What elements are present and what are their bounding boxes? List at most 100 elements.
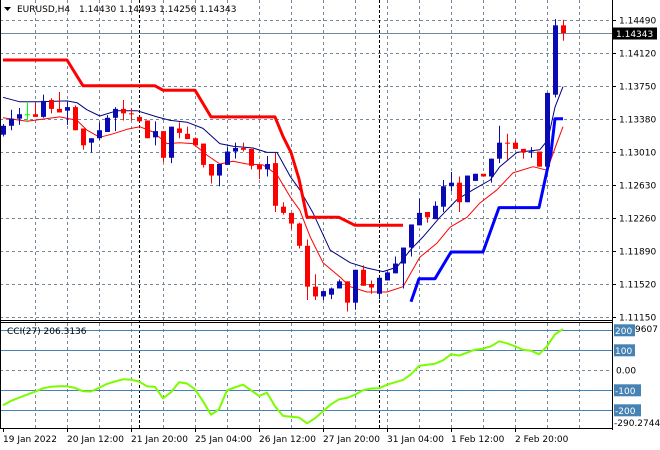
cci-min-label: -290.2744 bbox=[614, 419, 660, 429]
candle-body bbox=[209, 164, 214, 176]
bear-candle[interactable] bbox=[145, 120, 150, 139]
cci-zero-label: 0.00 bbox=[616, 366, 636, 376]
candle-body bbox=[313, 286, 318, 297]
bear-candle[interactable] bbox=[137, 116, 142, 122]
candle-body bbox=[241, 148, 246, 150]
candle-body bbox=[97, 130, 102, 139]
candle-body bbox=[249, 148, 254, 166]
candle-body bbox=[457, 182, 462, 203]
candle-body bbox=[33, 114, 38, 117]
time-tick-label: 2 Feb 20:00 bbox=[515, 435, 569, 445]
candle-body bbox=[417, 212, 422, 226]
bull-candle[interactable] bbox=[385, 271, 390, 281]
candle-body bbox=[257, 164, 262, 170]
bear-candle[interactable] bbox=[297, 222, 302, 249]
price-tick-label: 1.12630 bbox=[619, 182, 656, 192]
bear-candle[interactable] bbox=[481, 173, 486, 177]
candle-body bbox=[129, 113, 134, 115]
time-tick-label: 21 Jan 20:00 bbox=[131, 435, 188, 445]
candle-body bbox=[185, 133, 190, 140]
candle-body bbox=[41, 100, 46, 117]
candle-body bbox=[425, 212, 430, 218]
candle-body bbox=[49, 100, 54, 109]
candle-body bbox=[81, 128, 86, 146]
cci-level-label: -100 bbox=[615, 387, 636, 397]
candle-body bbox=[265, 164, 270, 170]
candle-body bbox=[321, 291, 326, 297]
candle-body bbox=[89, 138, 94, 143]
cci-level-label: 100 bbox=[615, 347, 632, 357]
candle-body bbox=[65, 107, 70, 111]
candle-body bbox=[465, 175, 470, 203]
candle-body bbox=[289, 212, 294, 224]
candle-body bbox=[353, 269, 358, 303]
bull-candle[interactable] bbox=[545, 92, 550, 167]
time-tick-label: 26 Jan 12:00 bbox=[259, 435, 316, 445]
chart-header: EURUSD,H4 1.14430 1.14493 1.14256 1.1434… bbox=[4, 5, 236, 15]
bear-candle[interactable] bbox=[201, 143, 206, 168]
candle-body bbox=[385, 272, 390, 281]
candle-body bbox=[169, 126, 174, 158]
bear-candle[interactable] bbox=[73, 105, 78, 131]
candle-body bbox=[361, 269, 366, 286]
candle-body bbox=[393, 263, 398, 274]
bull-candle[interactable] bbox=[169, 126, 174, 164]
time-tick-label: 20 Jan 12:00 bbox=[67, 435, 124, 445]
candle-body bbox=[121, 108, 126, 114]
candle-body bbox=[9, 118, 14, 126]
candle-body bbox=[193, 138, 198, 146]
cci-level-label: -200 bbox=[615, 407, 636, 417]
candle-body bbox=[497, 142, 502, 159]
candle-body bbox=[145, 120, 150, 139]
candle-body bbox=[73, 107, 78, 131]
time-tick-label: 25 Jan 04:00 bbox=[195, 435, 252, 445]
candle-body bbox=[337, 281, 342, 289]
trading-chart[interactable]: 1.14490 1.14120 1.13750 1.13380 1.13010 1.126… bbox=[0, 0, 660, 450]
bear-candle[interactable] bbox=[193, 137, 198, 146]
price-tick-label: 1.11520 bbox=[619, 281, 656, 291]
candle-body bbox=[105, 117, 110, 132]
candle-body bbox=[369, 284, 374, 288]
candle-body bbox=[489, 158, 494, 177]
ohlc-label: 1.14430 1.14493 1.14256 1.14343 bbox=[79, 5, 236, 15]
candle-body bbox=[521, 148, 526, 153]
price-tick-label: 1.14490 bbox=[619, 17, 656, 27]
candle-body bbox=[217, 164, 222, 176]
price-tick-label: 1.14120 bbox=[619, 50, 656, 60]
bear-candle[interactable] bbox=[537, 151, 542, 167]
bull-candle[interactable] bbox=[465, 175, 470, 203]
price-tick-label: 1.13380 bbox=[619, 116, 656, 126]
current-price-label: 1.14343 bbox=[616, 30, 653, 40]
bull-candle[interactable] bbox=[1, 124, 6, 137]
candle-body bbox=[561, 25, 566, 34]
candle-body bbox=[529, 151, 534, 153]
cci-title: CCI(27) 206.3136 bbox=[7, 327, 87, 337]
candle-body bbox=[345, 281, 350, 303]
candle-body bbox=[1, 125, 6, 135]
candle-body bbox=[153, 131, 158, 138]
candle-body bbox=[505, 142, 510, 144]
candle-body bbox=[433, 205, 438, 220]
price-tick-label: 1.11890 bbox=[619, 248, 656, 258]
candle-body bbox=[161, 131, 166, 158]
bull-candle[interactable] bbox=[553, 19, 558, 98]
price-tick-label: 1.13750 bbox=[619, 83, 656, 93]
bull-candle[interactable] bbox=[473, 173, 478, 181]
candle-body bbox=[233, 148, 238, 152]
candle-body bbox=[297, 223, 302, 246]
candle-body bbox=[409, 224, 414, 248]
candle-body bbox=[305, 245, 310, 287]
symbol-label: EURUSD,H4 bbox=[17, 5, 70, 15]
candle-body bbox=[281, 206, 286, 213]
bear-candle[interactable] bbox=[161, 131, 166, 163]
candle-body bbox=[553, 25, 558, 95]
candle-body bbox=[329, 288, 334, 295]
candle-body bbox=[113, 108, 118, 118]
candle-body bbox=[441, 186, 446, 207]
time-tick-label: 19 Jan 2022 bbox=[3, 435, 57, 445]
candle-body bbox=[473, 173, 478, 181]
candle-body bbox=[401, 247, 406, 264]
time-tick-label: 31 Jan 04:00 bbox=[387, 435, 444, 445]
candle-body bbox=[273, 163, 278, 206]
candle-body bbox=[513, 142, 518, 149]
